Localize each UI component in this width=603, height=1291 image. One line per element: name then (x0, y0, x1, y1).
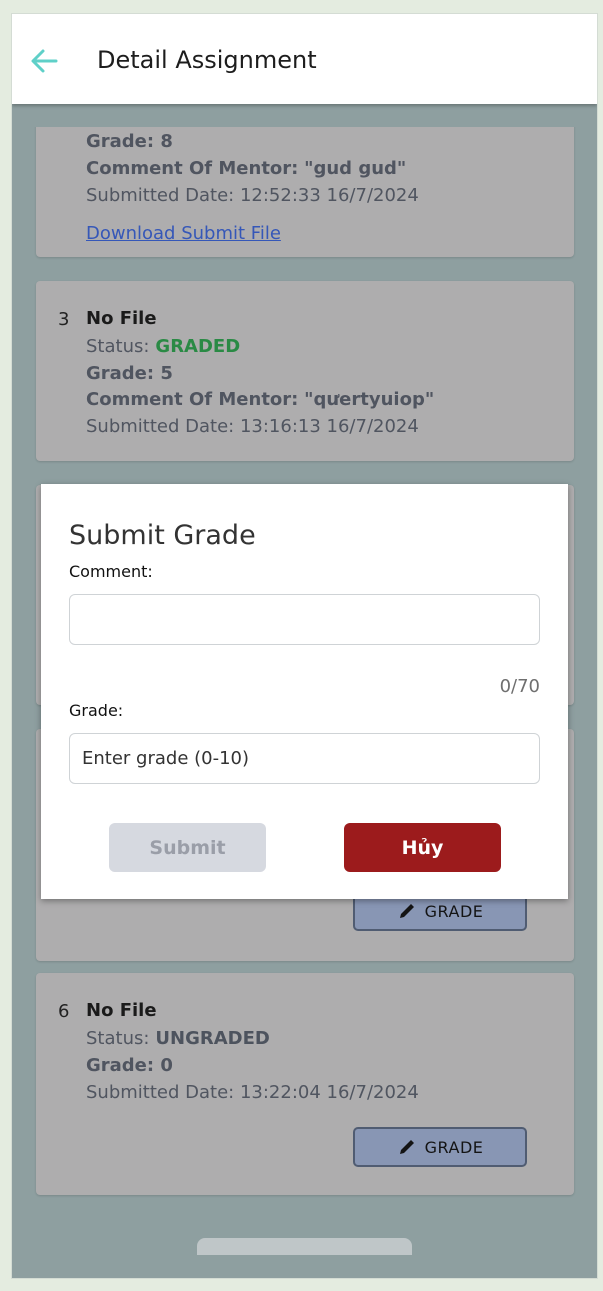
status-label: Status: (86, 336, 150, 357)
status-badge: GRADED (155, 336, 241, 357)
submitted-date-line: Submitted Date: 13:22:04 16/7/2024 (86, 1082, 419, 1103)
submitted-date-line: Submitted Date: 13:16:13 16/7/2024 (86, 416, 419, 437)
submit-grade-dialog: Submit Grade Comment: 0/70 Grade: Submit… (41, 484, 568, 899)
status-badge: UNGRADED (155, 1028, 270, 1049)
cancel-button[interactable]: Hủy (344, 823, 501, 872)
grade-label: Grade: (86, 1055, 155, 1076)
submitted-date-label: Submitted Date: (86, 185, 235, 206)
grade-line: Grade: 0 (86, 1055, 173, 1076)
submission-index: 3 (58, 309, 70, 330)
comment-label: Comment Of Mentor: (86, 389, 299, 410)
pencil-icon (399, 904, 414, 918)
bottom-tab[interactable] (197, 1238, 412, 1255)
comment-value: "qưertyuiop" (304, 389, 435, 410)
submission-card: 3 No File Status: GRADED Grade: 5 Comment… (36, 281, 574, 461)
submitted-date-line: Submitted Date: 12:52:33 16/7/2024 (86, 185, 419, 206)
comment-label: Comment: (69, 562, 153, 581)
app-bar: Detail Assignment (12, 14, 597, 104)
grade-button[interactable]: GRADE (353, 1127, 527, 1167)
submission-index: 6 (58, 1001, 70, 1022)
file-name: No File (86, 1000, 157, 1021)
comment-value: "gud gud" (304, 158, 407, 179)
comment-line: Comment Of Mentor: "gud gud" (86, 158, 406, 179)
pencil-icon (399, 1140, 414, 1154)
file-name: No File (86, 308, 157, 329)
arrow-left-icon[interactable] (29, 46, 59, 76)
download-link[interactable]: Download Submit File (86, 223, 281, 244)
page-title: Detail Assignment (97, 46, 317, 74)
status-line: Status: UNGRADED (86, 1028, 270, 1049)
grade-label: Grade: (86, 363, 155, 384)
submission-card: Grade: 8 Comment Of Mentor: "gud gud" Su… (36, 127, 574, 257)
status-line: Status: GRADED (86, 336, 240, 357)
grade-value: 5 (160, 363, 173, 384)
comment-label: Comment Of Mentor: (86, 158, 299, 179)
grade-line: Grade: 8 (86, 131, 173, 152)
status-label: Status: (86, 1028, 150, 1049)
submitted-date-value: 12:52:33 16/7/2024 (239, 185, 419, 206)
submitted-date-label: Submitted Date: (86, 416, 235, 437)
comment-line: Comment Of Mentor: "qưertyuiop" (86, 389, 434, 410)
submit-button[interactable]: Submit (109, 823, 266, 872)
grade-value: 0 (160, 1055, 173, 1076)
submitted-date-value: 13:16:13 16/7/2024 (239, 416, 419, 437)
app-frame: Detail Assignment Grade: 8 Comment Of Me… (11, 13, 598, 1279)
submission-card: 6 No File Status: UNGRADED Grade: 0 Submi… (36, 973, 574, 1195)
grade-label: Grade: (69, 701, 124, 720)
grade-button-label: GRADE (424, 901, 484, 921)
grade-label: Grade: (86, 131, 155, 152)
submitted-date-value: 13:22:04 16/7/2024 (239, 1082, 419, 1103)
grade-button-label: GRADE (424, 1137, 484, 1157)
submitted-date-label: Submitted Date: (86, 1082, 235, 1103)
grade-input[interactable] (69, 733, 540, 784)
grade-line: Grade: 5 (86, 363, 173, 384)
comment-input[interactable] (69, 594, 540, 645)
grade-value: 8 (160, 131, 173, 152)
character-counter: 0/70 (499, 676, 540, 697)
dialog-title: Submit Grade (69, 520, 256, 551)
